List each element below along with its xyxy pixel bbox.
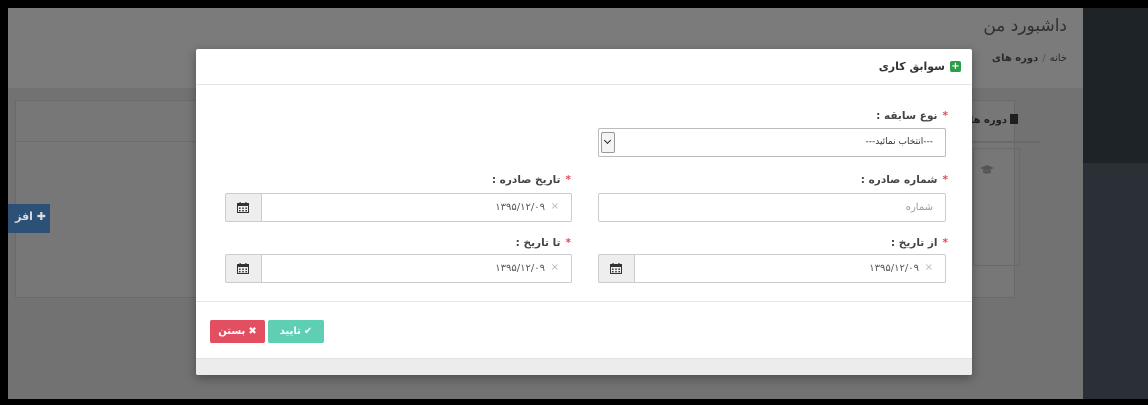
- confirm-button-label: تایید: [279, 326, 301, 337]
- issue-number-label-text: شماره صادره :: [860, 174, 938, 186]
- modal-header: + سوابق کاری: [196, 49, 972, 85]
- clear-icon[interactable]: ×: [551, 201, 559, 212]
- required-icon: *: [565, 174, 572, 186]
- to-date-input[interactable]: × ۱۳۹۵/۱۲/۰۹: [261, 254, 572, 283]
- required-icon: *: [942, 110, 949, 122]
- screen: داشبورد من خانه/دوره های دوره های ✚ افز …: [8, 8, 1148, 399]
- calendar-button[interactable]: [225, 254, 261, 283]
- from-date-input[interactable]: × ۱۳۹۵/۱۲/۰۹: [634, 254, 946, 283]
- add-button-label: افز: [15, 210, 33, 223]
- record-type-label: * نوع سابقه :: [876, 110, 948, 122]
- to-date-label: * تا تاریخ :: [516, 237, 571, 249]
- right-sidebar-header: [1083, 8, 1148, 163]
- calendar-button[interactable]: [225, 193, 261, 222]
- close-button[interactable]: ✖ بستن: [210, 320, 265, 343]
- close-icon: ✖: [248, 326, 257, 337]
- record-type-label-text: نوع سابقه :: [876, 110, 938, 122]
- document-icon: [1010, 114, 1018, 124]
- breadcrumb-current: دوره های: [991, 53, 1039, 64]
- required-icon: *: [942, 237, 949, 249]
- record-type-selected: ---انتخاب نمائید---: [865, 137, 934, 147]
- from-date-label: * از تاریخ :: [891, 237, 948, 249]
- clear-icon[interactable]: ×: [925, 262, 933, 273]
- modal-title: + سوابق کاری: [879, 60, 961, 73]
- modal-bottom-strip: [196, 358, 972, 375]
- to-date-picker: × ۱۳۹۵/۱۲/۰۹: [225, 254, 572, 283]
- page-title: داشبورد من: [983, 16, 1067, 36]
- issue-date-label: * تاریخ صادره :: [492, 174, 571, 186]
- from-date-picker: × ۱۳۹۵/۱۲/۰۹: [598, 254, 946, 283]
- modal-title-text: سوابق کاری: [878, 60, 945, 73]
- required-icon: *: [942, 174, 949, 186]
- work-history-modal: + سوابق کاری * نوع سابقه : ---انتخاب نمائ…: [196, 49, 972, 375]
- graduation-cap-icon: [980, 165, 994, 178]
- record-type-select[interactable]: ---انتخاب نمائید---: [598, 128, 946, 157]
- to-date-label-text: تا تاریخ :: [515, 237, 561, 249]
- confirm-button[interactable]: ✔ تایید: [268, 320, 324, 343]
- issue-number-input[interactable]: شماره: [598, 193, 946, 222]
- from-date-label-text: از تاریخ :: [890, 237, 938, 249]
- issue-date-picker: × ۱۳۹۵/۱۲/۰۹: [225, 193, 572, 222]
- plus-icon: ✚: [36, 210, 46, 223]
- from-date-value: ۱۳۹۵/۱۲/۰۹: [869, 263, 919, 274]
- required-icon: *: [565, 237, 572, 249]
- breadcrumb-home[interactable]: خانه: [1050, 53, 1067, 64]
- calendar-icon: [610, 263, 622, 274]
- issue-number-placeholder: شماره: [905, 202, 933, 213]
- issue-number-label: * شماره صادره :: [861, 174, 948, 186]
- check-icon: ✔: [303, 326, 313, 337]
- chevron-down-icon[interactable]: [601, 132, 615, 153]
- issue-date-value: ۱۳۹۵/۱۲/۰۹: [495, 202, 545, 213]
- plus-square-icon: +: [950, 61, 961, 72]
- close-button-label: بستن: [218, 326, 246, 337]
- add-button[interactable]: ✚ افز: [8, 204, 50, 233]
- to-date-value: ۱۳۹۵/۱۲/۰۹: [495, 263, 545, 274]
- calendar-icon: [237, 202, 249, 213]
- tab-underline: [973, 141, 1040, 143]
- breadcrumb: خانه/دوره های: [991, 53, 1067, 64]
- calendar-icon: [237, 263, 249, 274]
- clear-icon[interactable]: ×: [551, 262, 559, 273]
- issue-date-input[interactable]: × ۱۳۹۵/۱۲/۰۹: [261, 193, 572, 222]
- calendar-button[interactable]: [598, 254, 634, 283]
- issue-date-label-text: تاریخ صادره :: [491, 174, 561, 186]
